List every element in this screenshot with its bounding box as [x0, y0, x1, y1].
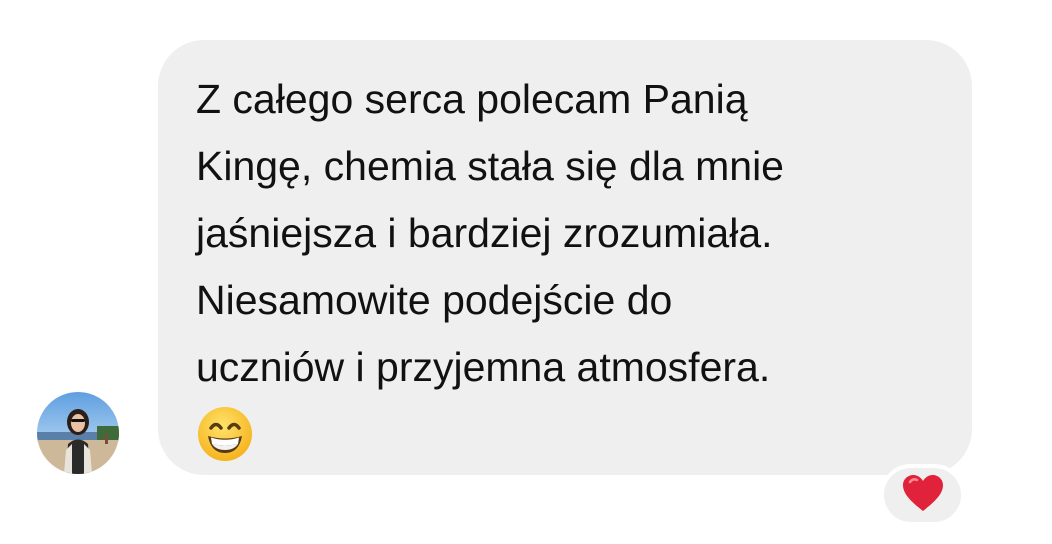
grinning-face-icon	[196, 405, 254, 463]
avatar-photo-icon	[37, 392, 119, 474]
avatar[interactable]	[37, 392, 119, 474]
message-text: Z całego serca polecam Panią Kingę, chem…	[196, 76, 784, 390]
chat-thread: Z całego serca polecam Panią Kingę, chem…	[0, 0, 1052, 544]
heart-icon	[901, 473, 945, 518]
reaction-badge[interactable]	[880, 464, 965, 526]
message-bubble[interactable]: Z całego serca polecam Panią Kingę, chem…	[158, 40, 972, 475]
